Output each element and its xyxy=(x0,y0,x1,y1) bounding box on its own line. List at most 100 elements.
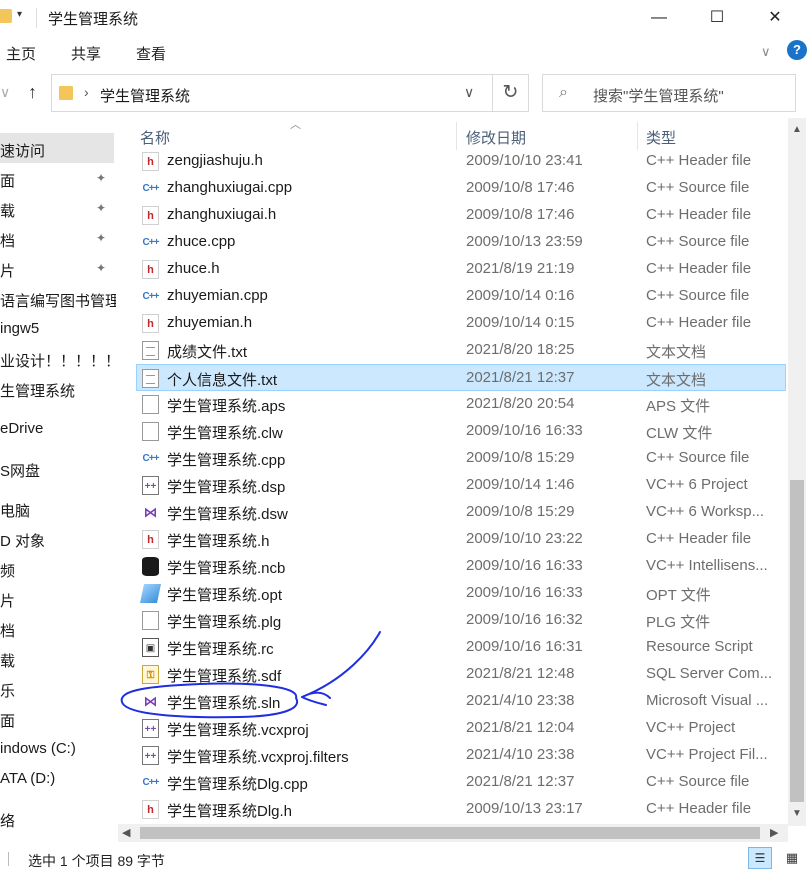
file-row[interactable]: ▣ 学生管理系统.rc 2009/10/16 16:31 Resource Scrip… xyxy=(118,634,786,661)
file-row[interactable]: 学生管理系统.opt 2009/10/16 16:33 OPT 文件 xyxy=(118,580,786,607)
large-icons-view-button[interactable]: ▦ xyxy=(780,847,804,869)
details-view-button[interactable]: ☰ xyxy=(748,847,772,869)
pin-icon[interactable]: ✦ xyxy=(96,261,106,275)
address-dropdown-icon[interactable]: ∨ xyxy=(464,84,474,101)
file-type: C++ Header file xyxy=(646,314,752,331)
file-row[interactable]: h zhanghuxiugai.h 2009/10/8 17:46 C++ Heade… xyxy=(118,202,786,229)
file-row[interactable]: ++ 学生管理系统.dsp 2009/10/14 1:46 VC++ 6 Projec… xyxy=(118,472,786,499)
file-name: zhuce.h xyxy=(167,260,220,277)
nav-item[interactable]: 片 xyxy=(0,260,15,281)
nav-item[interactable]: 电脑 xyxy=(0,500,30,521)
column-divider[interactable] xyxy=(456,122,457,150)
file-type: VC++ Project xyxy=(646,719,736,736)
file-type: PLG 文件 xyxy=(646,614,711,631)
nav-item[interactable]: 乐 xyxy=(0,680,15,701)
tab-view[interactable]: 查看 xyxy=(136,43,166,64)
nav-item[interactable]: 载 xyxy=(0,650,15,671)
file-row[interactable]: 学生管理系统.ncb 2009/10/16 16:33 VC++ Intellise… xyxy=(118,553,786,580)
nav-item[interactable]: 档 xyxy=(0,620,15,641)
column-header-type[interactable]: 类型 xyxy=(646,127,676,148)
close-button[interactable]: ✕ xyxy=(752,6,798,30)
nav-item[interactable]: indows (C:) xyxy=(0,740,76,757)
nav-item[interactable]: eDrive xyxy=(0,420,43,437)
file-row[interactable]: h zhuce.h 2021/8/19 21:19 C++ Header file xyxy=(118,256,786,283)
file-row[interactable]: h zhuyemian.h 2009/10/14 0:15 C++ Header fi… xyxy=(118,310,786,337)
help-icon[interactable]: ? xyxy=(787,40,807,60)
nav-item[interactable]: 面 xyxy=(0,170,15,191)
file-icon-cpp: C++ xyxy=(142,291,160,302)
file-row[interactable]: C++ zhanghuxiugai.cpp 2009/10/8 17:46 C++ S… xyxy=(118,175,786,202)
file-row[interactable]: C++ zhuce.cpp 2009/10/13 23:59 C++ Source f… xyxy=(118,229,786,256)
quick-access-dropdown-icon[interactable]: ▾ xyxy=(17,9,22,20)
status-separator xyxy=(8,852,9,866)
nav-item[interactable]: ATA (D:) xyxy=(0,770,55,787)
nav-item[interactable]: 载 xyxy=(0,200,15,221)
scroll-up-icon[interactable]: ▲ xyxy=(792,124,802,135)
file-row[interactable]: C++ 学生管理系统.cpp 2009/10/8 15:29 C++ Source f… xyxy=(118,445,786,472)
nav-item[interactable]: 档 xyxy=(0,230,15,251)
column-divider[interactable] xyxy=(637,122,638,150)
file-row[interactable]: 成绩文件.txt 2021/8/20 18:25 文本文档 xyxy=(118,337,786,364)
scroll-right-icon[interactable]: ▶ xyxy=(770,826,778,839)
file-date: 2021/4/10 23:38 xyxy=(466,746,575,763)
nav-item[interactable]: S网盘 xyxy=(0,460,40,481)
file-row[interactable]: ++ 学生管理系统.vcxproj.filters 2021/4/10 23:38 V… xyxy=(118,742,786,769)
file-type: C++ Header file xyxy=(646,260,752,277)
file-icon-proj: ++ xyxy=(142,476,159,495)
column-header-name[interactable]: 名称 xyxy=(140,127,170,148)
nav-item[interactable]: 语言编写图书管理 xyxy=(0,290,116,311)
ribbon-expand-icon[interactable]: ∨ xyxy=(761,44,771,60)
refresh-button[interactable]: ↻ xyxy=(493,74,529,112)
scroll-left-icon[interactable]: ◀ xyxy=(122,826,130,839)
nav-item[interactable]: 络 xyxy=(0,810,15,831)
nav-item[interactable]: 频 xyxy=(0,560,15,581)
file-row[interactable]: h 学生管理系统Dlg.h 2009/10/13 23:17 C++ Header f… xyxy=(118,796,786,823)
file-name: zhuyemian.h xyxy=(167,314,253,331)
file-name: 学生管理系统.cpp xyxy=(167,452,286,469)
file-row[interactable]: 学生管理系统.clw 2009/10/16 16:33 CLW 文件 xyxy=(118,418,786,445)
file-row[interactable]: ⋈ 学生管理系统.sln 2021/4/10 23:38 Microsoft Visu… xyxy=(118,688,786,715)
file-icon-opt xyxy=(139,584,162,603)
nav-item[interactable]: 片 xyxy=(0,590,15,611)
file-date: 2021/8/21 12:04 xyxy=(466,719,575,736)
breadcrumb-current[interactable]: 学生管理系统 xyxy=(100,85,190,106)
file-row[interactable]: 个人信息文件.txt 2021/8/21 12:37 文本文档 xyxy=(136,364,786,391)
nav-item[interactable]: 生管理系统 xyxy=(0,380,75,401)
vertical-scroll-thumb[interactable] xyxy=(790,480,804,802)
pin-icon[interactable]: ✦ xyxy=(96,231,106,245)
file-type: 文本文档 xyxy=(646,372,707,389)
navigation-pane: 速访问面 ✦ 载 ✦ 档 ✦ 片 ✦ 语言编写图书管理 ingw5 业设计！！！！！ 生管理系统 eDr… xyxy=(0,118,116,848)
column-header-date[interactable]: 修改日期 xyxy=(466,127,526,148)
tab-share[interactable]: 共享 xyxy=(71,43,101,64)
minimize-button[interactable]: — xyxy=(636,6,682,30)
up-arrow-icon[interactable]: ↑ xyxy=(28,82,37,103)
file-row[interactable]: ⚿ 学生管理系统.sdf 2021/8/21 12:48 SQL Server Com… xyxy=(118,661,786,688)
pin-icon[interactable]: ✦ xyxy=(96,171,106,185)
file-row[interactable]: C++ zhuyemian.cpp 2009/10/14 0:16 C++ Sourc… xyxy=(118,283,786,310)
file-row[interactable]: ⋈ 学生管理系统.dsw 2009/10/8 15:29 VC++ 6 Worksp.… xyxy=(118,499,786,526)
nav-item[interactable]: 业设计！！！！！ xyxy=(0,350,116,371)
tab-home[interactable]: 主页 xyxy=(6,43,36,64)
nav-item[interactable]: 速访问 xyxy=(0,133,114,163)
pin-icon[interactable]: ✦ xyxy=(96,201,106,215)
file-date: 2009/10/14 0:15 xyxy=(466,314,575,331)
breadcrumb-chevron-icon[interactable]: › xyxy=(84,84,89,100)
file-row[interactable]: h zengjiashuju.h 2009/10/10 23:41 C++ Heade… xyxy=(118,148,786,175)
nav-item-label: 业设计！！！！！ xyxy=(0,353,116,370)
file-icon-txt xyxy=(142,369,159,388)
recent-locations-icon[interactable]: ∨ xyxy=(0,84,10,101)
file-row[interactable]: ++ 学生管理系统.vcxproj 2021/8/21 12:04 VC++ Proj… xyxy=(118,715,786,742)
nav-item[interactable]: ingw5 xyxy=(0,320,39,337)
maximize-button[interactable]: ☐ xyxy=(694,6,740,30)
status-text: 选中 1 个项目 89 字节 xyxy=(28,853,165,869)
nav-item[interactable]: 面 xyxy=(0,710,15,731)
scroll-down-icon[interactable]: ▼ xyxy=(792,808,802,819)
horizontal-scroll-thumb[interactable] xyxy=(140,827,760,839)
file-type: OPT 文件 xyxy=(646,587,711,604)
file-row[interactable]: h 学生管理系统.h 2009/10/10 23:22 C++ Header file xyxy=(118,526,786,553)
file-row[interactable]: 学生管理系统.plg 2009/10/16 16:32 PLG 文件 xyxy=(118,607,786,634)
file-row[interactable]: 学生管理系统.aps 2021/8/20 20:54 APS 文件 xyxy=(118,391,786,418)
file-date: 2021/8/21 12:37 xyxy=(466,773,575,790)
nav-item[interactable]: D 对象 xyxy=(0,530,45,551)
file-row[interactable]: C++ 学生管理系统Dlg.cpp 2021/8/21 12:37 C++ Sourc… xyxy=(118,769,786,796)
